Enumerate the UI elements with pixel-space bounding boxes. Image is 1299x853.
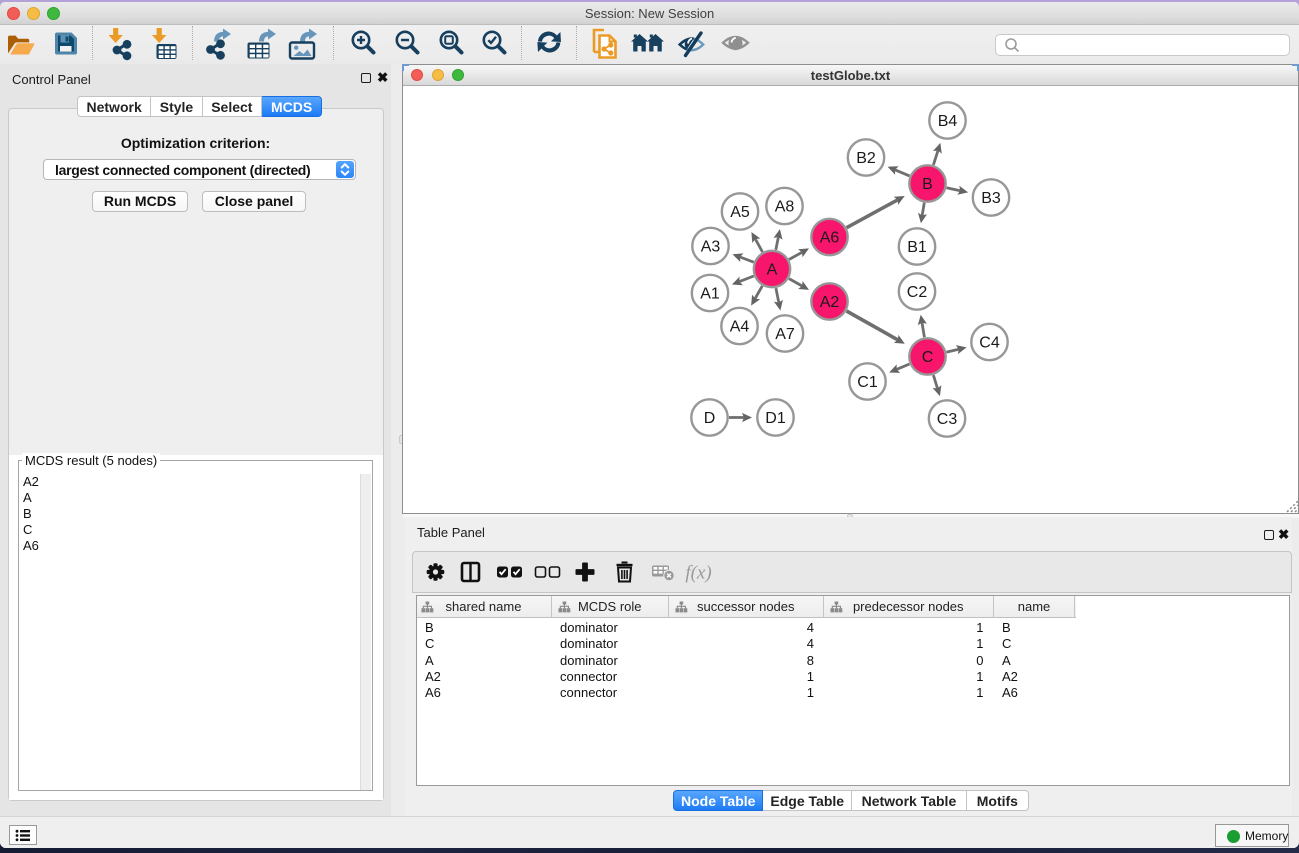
svg-text:f(x): f(x)	[685, 563, 711, 584]
